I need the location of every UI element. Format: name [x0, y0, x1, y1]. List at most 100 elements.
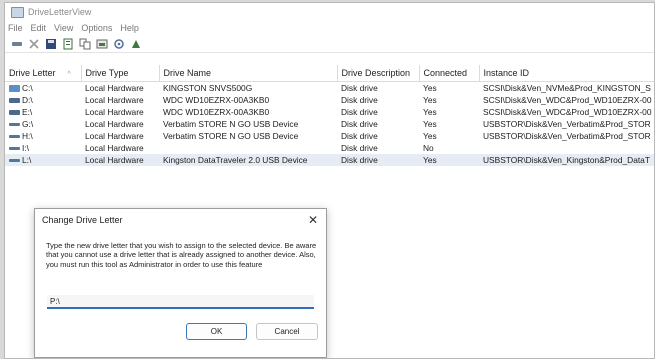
column-instance-id[interactable]: Instance ID: [479, 65, 654, 82]
menu-help[interactable]: Help: [120, 23, 139, 33]
drive-letter-input[interactable]: [47, 295, 314, 309]
cell-connected-text: Yes: [423, 119, 437, 129]
cell-drive-name-text: Kingston DataTraveler 2.0 USB Device: [163, 155, 308, 165]
cell-instance-id: USBSTOR\Disk&Ven_Verbatim&Prod_STOR: [479, 118, 654, 130]
cell-connected-text: No: [423, 143, 434, 153]
cell-drive-letter-text: H:\: [22, 131, 33, 141]
menu-bar: File Edit View Options Help: [5, 21, 654, 35]
app-icon: [11, 6, 24, 18]
cell-drive-description: Disk drive: [337, 118, 419, 130]
menu-view[interactable]: View: [54, 23, 73, 33]
table-row[interactable]: C:\ Local Hardware KINGSTON SNVS500G Disk d…: [5, 82, 654, 95]
cell-connected: No: [419, 142, 479, 154]
column-drive-name[interactable]: Drive Name: [159, 65, 338, 82]
menu-file[interactable]: File: [8, 23, 23, 33]
table-row[interactable]: H:\ Local Hardware Verbatim STORE N GO USB…: [5, 130, 654, 142]
cell-connected-text: Yes: [423, 83, 437, 93]
cell-instance-id: USBSTOR\Disk&Ven_Kingston&Prod_DataT: [479, 154, 654, 166]
html-report-icon[interactable]: [95, 38, 109, 50]
system-drive-icon: [9, 85, 20, 93]
cell-drive-name-text: KINGSTON SNVS500G: [163, 83, 253, 93]
cell-instance-id: SCSI\Disk&Ven_WDC&Prod_WD10EZRX-00: [479, 94, 654, 106]
cell-drive-letter-text: C:\: [22, 83, 33, 93]
column-connected[interactable]: Connected: [419, 65, 480, 82]
cell-drive-letter: C:\: [5, 82, 81, 95]
refresh-icon[interactable]: [112, 38, 126, 50]
cell-instance-id-text: SCSI\Disk&Ven_WDC&Prod_WD10EZRX-00: [483, 95, 652, 105]
cell-instance-id: [479, 142, 654, 154]
hard-drive-icon: [9, 110, 20, 116]
cell-connected-text: Yes: [423, 107, 437, 117]
cell-drive-name-text: Verbatim STORE N GO USB Device: [163, 119, 299, 129]
cell-drive-description-text: Disk drive: [341, 83, 378, 93]
cell-drive-letter: G:\: [5, 118, 81, 130]
cell-connected: Yes: [419, 118, 479, 130]
exit-icon[interactable]: [129, 38, 143, 50]
cell-connected: Yes: [419, 130, 479, 142]
menu-edit[interactable]: Edit: [31, 23, 47, 33]
cell-connected: Yes: [419, 154, 479, 166]
cell-instance-id-text: SCSI\Disk&Ven_NVMe&Prod_KINGSTON_S: [483, 83, 651, 93]
cell-drive-type: Local Hardware: [81, 82, 159, 95]
cell-instance-id-text: USBSTOR\Disk&Ven_Kingston&Prod_DataT: [483, 155, 650, 165]
sort-arrow-icon: ^: [67, 71, 71, 78]
cell-drive-type: Local Hardware: [81, 142, 159, 154]
cell-drive-name: Kingston DataTraveler 2.0 USB Device: [159, 154, 337, 166]
toolbar: [5, 35, 654, 53]
cell-drive-description-text: Disk drive: [341, 131, 378, 141]
ok-button[interactable]: OK: [186, 323, 247, 340]
table-row[interactable]: D:\ Local Hardware WDC WD10EZRX-00A3KB0 Dis…: [5, 94, 654, 106]
cell-drive-description: Disk drive: [337, 154, 419, 166]
cell-drive-description-text: Disk drive: [341, 119, 378, 129]
close-icon[interactable]: ✕: [308, 213, 318, 227]
window-title: DriveLetterView: [28, 7, 92, 17]
table-row[interactable]: G:\ Local Hardware Verbatim STORE N GO USB…: [5, 118, 654, 130]
change-drive-letter-dialog: Change Drive Letter ✕ Type the new drive…: [34, 208, 327, 358]
cell-drive-name: KINGSTON SNVS500G: [159, 82, 337, 95]
properties-icon[interactable]: [61, 38, 75, 50]
cell-drive-letter: E:\: [5, 106, 81, 118]
cell-connected-text: Yes: [423, 155, 437, 165]
table-body: C:\ Local Hardware KINGSTON SNVS500G Disk d…: [5, 82, 654, 166]
cell-instance-id-text: USBSTOR\Disk&Ven_Verbatim&Prod_STOR: [483, 119, 651, 129]
cell-drive-type: Local Hardware: [81, 118, 159, 130]
cell-drive-type-text: Local Hardware: [85, 95, 144, 105]
cell-drive-letter: D:\: [5, 94, 81, 106]
cell-drive-letter: L:\: [5, 154, 81, 166]
cell-drive-type-text: Local Hardware: [85, 131, 144, 141]
copy-icon[interactable]: [78, 38, 92, 50]
usb-drive-icon: [9, 135, 20, 139]
cell-drive-letter: I:\: [5, 142, 81, 154]
dialog-title-bar: Change Drive Letter ✕: [35, 209, 326, 231]
column-drive-type[interactable]: Drive Type: [81, 65, 160, 82]
cell-drive-type: Local Hardware: [81, 106, 159, 118]
main-window: DriveLetterView File Edit View Options H…: [4, 2, 655, 359]
cancel-button[interactable]: Cancel: [256, 323, 318, 340]
drive-icon[interactable]: [10, 38, 24, 50]
cell-drive-letter-text: I:\: [22, 143, 29, 153]
cell-drive-type: Local Hardware: [81, 94, 159, 106]
cell-drive-letter-text: E:\: [22, 107, 33, 117]
cell-drive-letter-text: L:\: [22, 155, 32, 165]
cell-drive-description: Disk drive: [337, 82, 419, 95]
cell-connected-text: Yes: [423, 95, 437, 105]
cell-drive-type-text: Local Hardware: [85, 119, 144, 129]
table-header: Drive Letter ^ Drive Type Drive Name Driv…: [5, 65, 654, 82]
cell-drive-description: Disk drive: [337, 130, 419, 142]
table-row[interactable]: I:\ Local Hardware Disk drive No: [5, 142, 654, 154]
cell-drive-type-text: Local Hardware: [85, 143, 144, 153]
hard-drive-icon: [9, 98, 20, 104]
usb-drive-icon: [9, 123, 20, 127]
table-row[interactable]: E:\ Local Hardware WDC WD10EZRX-00A3KB0 Dis…: [5, 106, 654, 118]
delete-icon[interactable]: [27, 38, 41, 50]
cell-drive-name: WDC WD10EZRX-00A3KB0: [159, 106, 337, 118]
cell-drive-description: Disk drive: [337, 142, 419, 154]
column-drive-letter[interactable]: Drive Letter ^: [5, 65, 82, 82]
menu-options[interactable]: Options: [81, 23, 112, 33]
dialog-message: Type the new drive letter that you wish …: [46, 241, 317, 269]
save-icon[interactable]: [44, 38, 58, 50]
table-row[interactable]: L:\ Local Hardware Kingston DataTraveler 2…: [5, 154, 654, 166]
cell-connected: Yes: [419, 106, 479, 118]
column-drive-description[interactable]: Drive Description: [337, 65, 420, 82]
cell-instance-id: USBSTOR\Disk&Ven_Verbatim&Prod_STOR: [479, 130, 654, 142]
